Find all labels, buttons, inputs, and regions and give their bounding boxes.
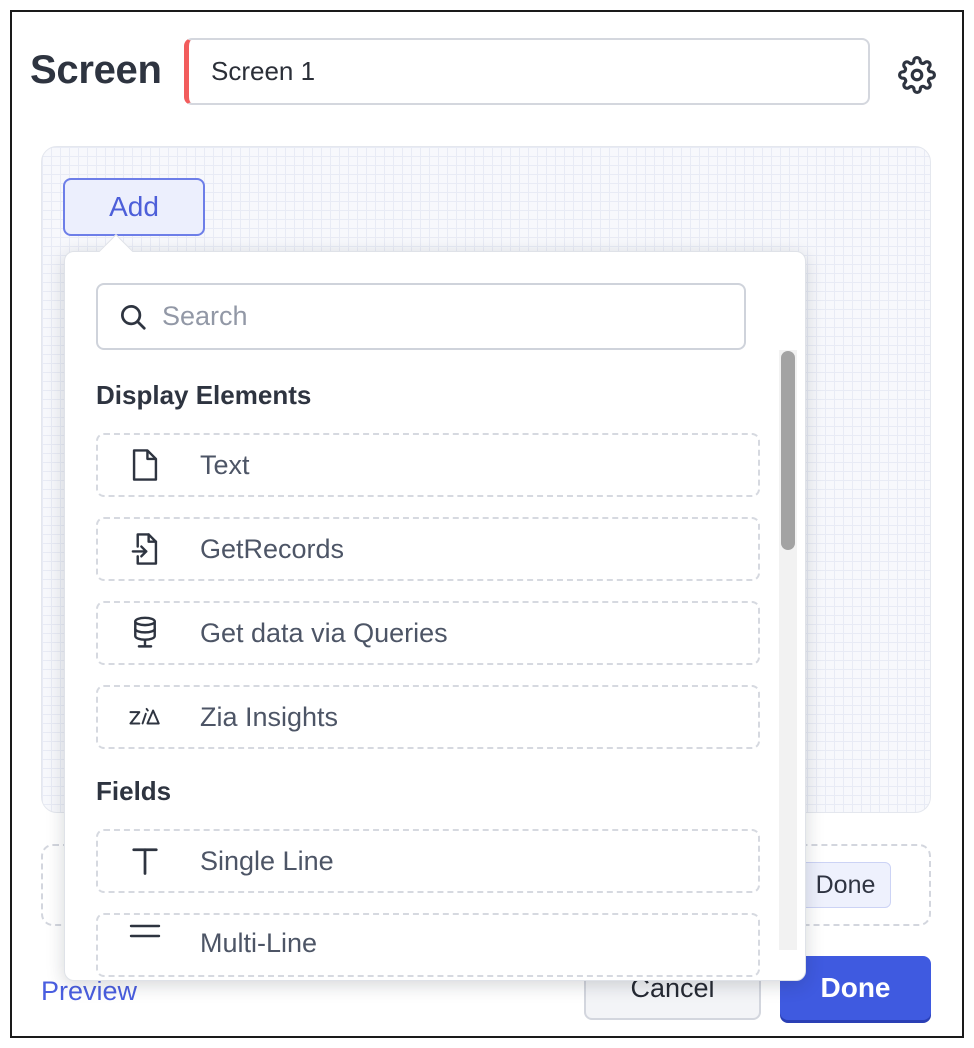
lines-icon — [128, 915, 162, 949]
screen-name-input[interactable]: Screen 1 — [184, 38, 870, 105]
element-label: Get data via Queries — [200, 617, 448, 648]
database-icon — [128, 616, 162, 650]
element-label: Zia Insights — [200, 701, 339, 732]
zia-icon — [128, 700, 162, 734]
element-text[interactable]: Text — [96, 433, 760, 497]
field-multi-line[interactable]: Multi-Line — [96, 913, 760, 977]
field-label: Multi-Line — [200, 927, 318, 958]
file-import-icon — [128, 532, 162, 566]
field-single-line[interactable]: Single Line — [96, 829, 760, 893]
section-fields: Fields — [96, 776, 172, 806]
field-label: Single Line — [200, 845, 334, 876]
page-title: Screen — [30, 48, 162, 92]
gear-icon[interactable] — [898, 56, 936, 94]
add-button[interactable]: Add — [63, 178, 205, 236]
element-label: GetRecords — [200, 533, 345, 564]
search-input[interactable]: Search — [96, 283, 746, 350]
search-placeholder: Search — [162, 301, 248, 331]
section-display-elements: Display Elements — [96, 380, 312, 410]
scrollbar-thumb[interactable] — [781, 351, 795, 550]
text-t-icon — [128, 844, 162, 878]
add-element-popup: Search Display Elements Text GetRecords — [64, 251, 806, 981]
element-get-data-via-queries[interactable]: Get data via Queries — [96, 601, 760, 665]
element-getrecords[interactable]: GetRecords — [96, 517, 760, 581]
element-label: Text — [200, 449, 250, 480]
canvas-done-button[interactable]: Done — [800, 862, 891, 908]
file-icon — [128, 448, 162, 482]
element-zia-insights[interactable]: Zia Insights — [96, 685, 760, 749]
search-icon — [121, 304, 146, 330]
